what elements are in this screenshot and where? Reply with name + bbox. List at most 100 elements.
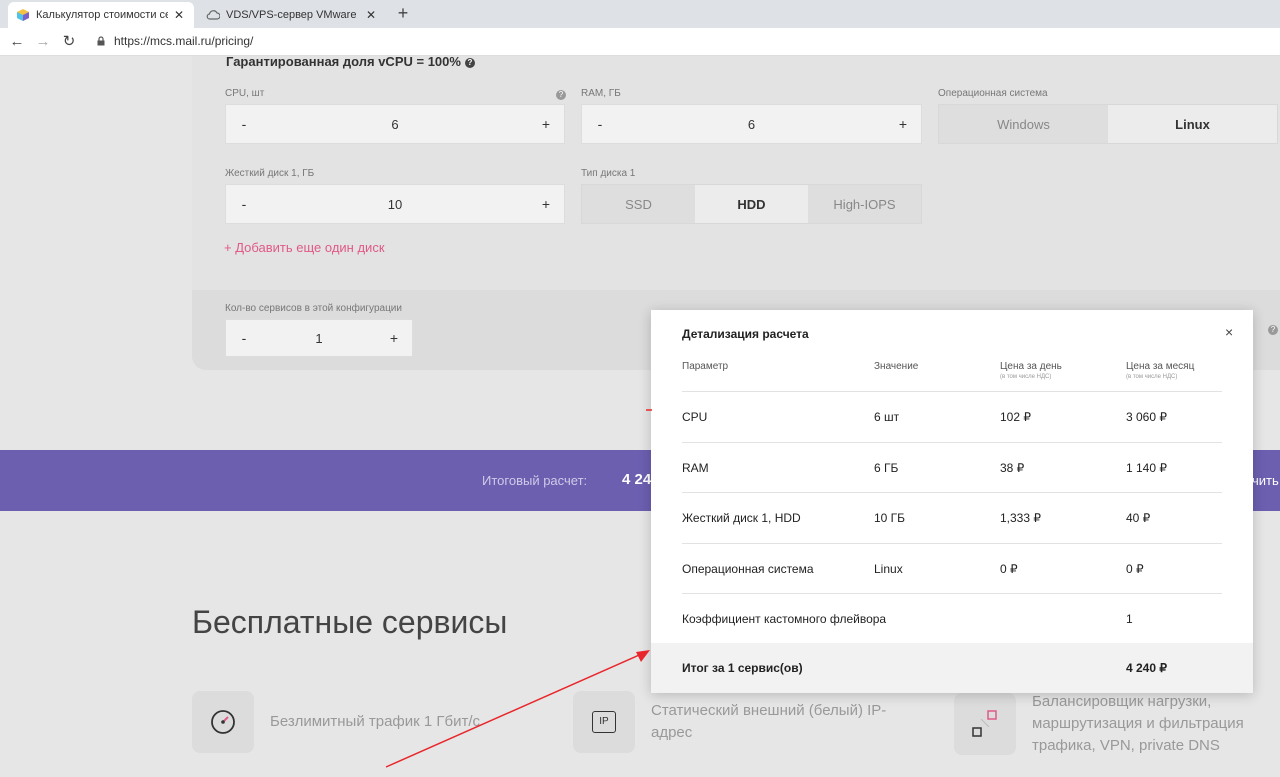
- row-value: Linux: [874, 562, 903, 576]
- table-row: Коэффициент кастомного флейвора 1: [682, 593, 1222, 643]
- cpu-stepper: - 6 +: [225, 104, 565, 144]
- disk-type-hdd[interactable]: HDD: [695, 185, 808, 223]
- header-value: Значение: [874, 361, 919, 372]
- os-label: Операционная система: [938, 88, 1048, 99]
- service-unlimited-traffic: Безлимитный трафик 1 Гбит/с: [192, 691, 480, 753]
- header-month-sub: (в том числе НДС): [1126, 374, 1178, 380]
- disk-stepper: - 10 +: [225, 184, 565, 224]
- services-increment-button[interactable]: +: [388, 330, 400, 346]
- table-row: Операционная система Linux 0 ₽ 0 ₽: [682, 543, 1222, 593]
- tab-title: Калькулятор стоимости серв: [36, 9, 168, 21]
- close-icon[interactable]: ✕: [172, 8, 186, 22]
- total-label: Итоговый расчет:: [482, 473, 588, 488]
- vcpu-share-text: Гарантированная доля vCPU = 100%: [226, 56, 461, 69]
- ip-icon-label: IP: [592, 711, 616, 733]
- row-param: CPU: [682, 410, 708, 424]
- lock-icon: [97, 36, 105, 46]
- services-count-value[interactable]: 1: [250, 331, 388, 346]
- disk-type-label: Тип диска 1: [581, 168, 636, 179]
- tab-title: VDS/VPS-сервер VMware в: [226, 9, 360, 21]
- tab-pricing-calculator[interactable]: Калькулятор стоимости серв ✕: [8, 2, 194, 28]
- row-value: 10 ГБ: [874, 511, 906, 525]
- disk-decrement-button[interactable]: -: [238, 196, 250, 212]
- total-row-label: Итог за 1 сервис(ов): [682, 661, 803, 675]
- table-row: RAM 6 ГБ 38 ₽ 1 140 ₽: [682, 442, 1222, 492]
- total-value: 4 24: [622, 471, 652, 488]
- row-day: 0 ₽: [1000, 562, 1018, 576]
- row-param: Жесткий диск 1, HDD: [682, 511, 801, 525]
- total-row-value: 4 240 ₽: [1126, 661, 1167, 675]
- help-icon[interactable]: ?: [1268, 325, 1278, 335]
- header-month-label: Цена за месяц: [1126, 361, 1195, 372]
- row-month: 3 060 ₽: [1126, 410, 1167, 424]
- service-static-ip: IP Статический внешний (белый) IP-адрес: [573, 691, 913, 753]
- calculation-details-modal: Детализация расчета × Параметр Значение …: [651, 310, 1253, 693]
- add-disk-link[interactable]: + Добавить еще один диск: [224, 240, 385, 255]
- ram-decrement-button[interactable]: -: [594, 116, 606, 132]
- services-decrement-button[interactable]: -: [238, 330, 250, 346]
- row-day: 1,333 ₽: [1000, 511, 1041, 525]
- row-param: Коэффициент кастомного флейвора: [682, 612, 887, 626]
- row-param: Операционная система: [682, 562, 814, 576]
- cloud-icon: [206, 8, 221, 22]
- speedometer-icon: [192, 691, 254, 753]
- back-arrow-icon[interactable]: ←: [8, 33, 26, 51]
- header-day: Цена за день (в том числе НДС): [1000, 361, 1062, 380]
- cpu-label: CPU, шт: [225, 88, 265, 99]
- row-month: 0 ₽: [1126, 562, 1144, 576]
- row-param: RAM: [682, 461, 709, 475]
- header-day-label: Цена за день: [1000, 361, 1062, 372]
- services-count-label: Кол-во сервисов в этой конфигурации: [225, 303, 402, 314]
- tab-vmware[interactable]: VDS/VPS-сервер VMware в ✕: [198, 2, 386, 28]
- header-month: Цена за месяц (в том числе НДС): [1126, 361, 1194, 380]
- ram-stepper: - 6 +: [581, 104, 922, 144]
- disk-type-high-iops[interactable]: High-IOPS: [808, 185, 921, 223]
- os-selector: Windows Linux: [938, 104, 1278, 144]
- close-icon[interactable]: ✕: [364, 8, 378, 22]
- help-icon[interactable]: ?: [556, 90, 566, 100]
- total-row: Итог за 1 сервис(ов) 4 240 ₽: [651, 643, 1253, 693]
- order-button[interactable]: чить: [1252, 473, 1279, 488]
- disk-type-selector: SSD HDD High-IOPS: [581, 184, 922, 224]
- cube-icon: [16, 8, 30, 22]
- ram-label: RAM, ГБ: [581, 88, 621, 99]
- ram-increment-button[interactable]: +: [897, 116, 909, 132]
- disk-increment-button[interactable]: +: [540, 196, 552, 212]
- ram-value[interactable]: 6: [606, 117, 897, 132]
- table-row: CPU 6 шт 102 ₽ 3 060 ₽: [682, 391, 1222, 441]
- row-day: 102 ₽: [1000, 410, 1031, 424]
- cpu-increment-button[interactable]: +: [540, 116, 552, 132]
- header-param: Параметр: [682, 361, 729, 372]
- service-text: Безлимитный трафик 1 Гбит/с: [270, 713, 481, 730]
- reload-icon[interactable]: ↻: [60, 33, 78, 51]
- disk-type-ssd[interactable]: SSD: [582, 185, 695, 223]
- services-count-stepper: - 1 +: [225, 319, 413, 357]
- table-row: Жесткий диск 1, HDD 10 ГБ 1,333 ₽ 40 ₽: [682, 492, 1222, 542]
- row-month: 40 ₽: [1126, 511, 1151, 525]
- row-value: 6 ГБ: [874, 461, 899, 475]
- row-month: 1: [1126, 612, 1133, 626]
- ip-icon: IP: [573, 691, 635, 753]
- new-tab-button[interactable]: +: [394, 4, 412, 22]
- cpu-decrement-button[interactable]: -: [238, 116, 250, 132]
- url-field[interactable]: https://mcs.mail.ru/pricing/: [96, 34, 253, 48]
- disk-label: Жесткий диск 1, ГБ: [225, 168, 315, 179]
- vcpu-share-title: Гарантированная доля vCPU = 100%?: [226, 56, 475, 69]
- forward-arrow-icon[interactable]: →: [34, 33, 52, 51]
- service-load-balancer: Балансировщик нагрузки, маршрутизация и …: [954, 691, 1264, 757]
- help-icon[interactable]: ?: [464, 58, 475, 68]
- address-bar: ← → ↻ https://mcs.mail.ru/pricing/: [0, 28, 1280, 56]
- os-option-linux[interactable]: Linux: [1108, 105, 1277, 143]
- modal-title: Детализация расчета: [682, 327, 809, 341]
- service-text: Статический внешний (белый) IP-адрес: [651, 702, 887, 741]
- cpu-value[interactable]: 6: [250, 117, 540, 132]
- browser-tabbar: Калькулятор стоимости серв ✕ VDS/VPS-сер…: [0, 0, 1280, 28]
- free-services-title: Бесплатные сервисы: [192, 604, 508, 640]
- row-value: 6 шт: [874, 410, 900, 424]
- disk-value[interactable]: 10: [250, 197, 540, 212]
- os-option-windows[interactable]: Windows: [939, 105, 1108, 143]
- close-icon[interactable]: ×: [1225, 324, 1233, 340]
- row-day: 38 ₽: [1000, 461, 1025, 475]
- service-text: Балансировщик нагрузки, маршрутизация и …: [1032, 693, 1244, 754]
- header-day-sub: (в том числе НДС): [1000, 374, 1052, 380]
